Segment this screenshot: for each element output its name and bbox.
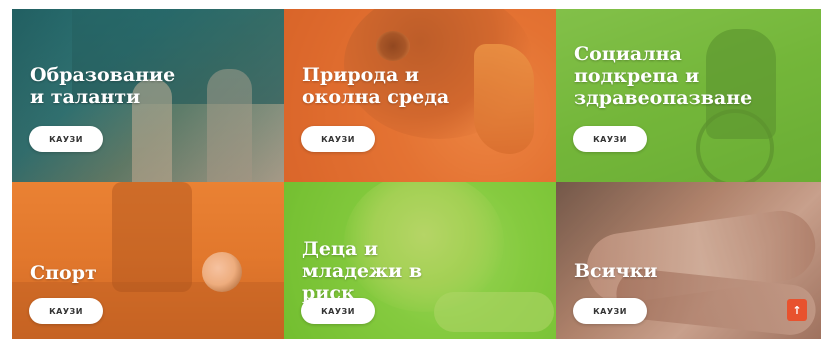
category-tile-sport[interactable]: Спорт КАУЗИ (12, 182, 284, 339)
causes-button[interactable]: КАУЗИ (301, 298, 375, 324)
tile-title: Спорт (30, 262, 97, 284)
category-grid: Образование и таланти КАУЗИ Природа и ок… (12, 9, 821, 339)
tile-title: Образование и таланти (30, 64, 176, 108)
category-tile-children[interactable]: Деца и младежи в риск КАУЗИ (284, 182, 556, 339)
tile-title: Социална подкрепа и здравеопазване (574, 43, 753, 109)
arrow-up-icon: ↑ (792, 303, 802, 317)
causes-button[interactable]: КАУЗИ (573, 126, 647, 152)
causes-button[interactable]: КАУЗИ (29, 298, 103, 324)
category-tile-all[interactable]: Всички КАУЗИ (556, 182, 821, 339)
causes-button[interactable]: КАУЗИ (301, 126, 375, 152)
tile-title: Деца и младежи в риск (302, 238, 423, 304)
causes-button[interactable]: КАУЗИ (29, 126, 103, 152)
scroll-to-top-button[interactable]: ↑ (787, 299, 807, 321)
tile-title: Всички (574, 260, 658, 282)
category-tile-education[interactable]: Образование и таланти КАУЗИ (12, 9, 284, 182)
tile-title: Природа и околна среда (302, 64, 450, 108)
causes-button[interactable]: КАУЗИ (573, 298, 647, 324)
category-tile-social[interactable]: Социална подкрепа и здравеопазване КАУЗИ (556, 9, 821, 182)
category-tile-nature[interactable]: Природа и околна среда КАУЗИ (284, 9, 556, 182)
